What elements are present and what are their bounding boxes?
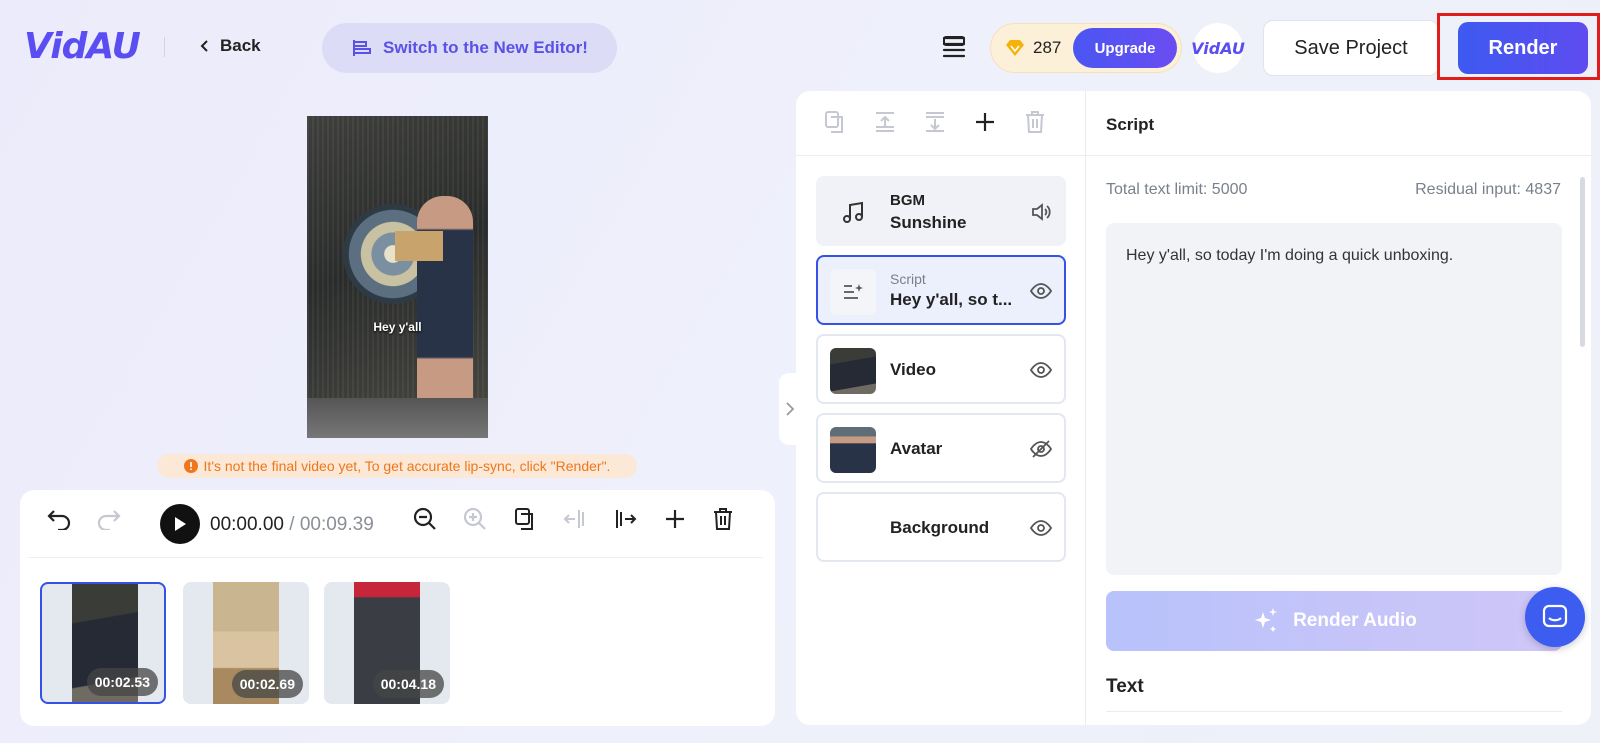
timeline-panel: 00:00.00 / 00:09.39 00:02.53 00:02.69 00… — [20, 490, 775, 726]
credits-count: 287 — [1033, 38, 1062, 57]
text-limit-label: Total text limit: 5000 — [1106, 181, 1248, 198]
timeline-clip-2[interactable]: 00:02.69 — [183, 582, 309, 704]
switch-editor-button[interactable]: Switch to the New Editor! — [322, 23, 617, 73]
text-section-title: Text — [1106, 676, 1144, 697]
video-preview[interactable]: Hey y'all — [307, 116, 488, 438]
info-icon — [183, 459, 198, 473]
chevron-left-icon — [200, 40, 208, 52]
timeline-divider — [28, 557, 763, 558]
add-icon[interactable] — [660, 504, 690, 534]
total-time: 00:09.39 — [299, 514, 374, 535]
time-separator: / — [283, 514, 300, 535]
script-text-input[interactable]: Hey y'all, so today I'm doing a quick un… — [1106, 223, 1562, 575]
redo-icon[interactable] — [94, 504, 124, 534]
split-right-icon[interactable] — [610, 504, 640, 534]
script-scrollbar[interactable] — [1580, 177, 1585, 347]
current-time: 00:00.00 — [210, 514, 284, 535]
upgrade-button[interactable]: Upgrade — [1073, 28, 1177, 68]
eye-icon[interactable] — [1030, 280, 1052, 302]
user-avatar[interactable]: VidAU — [1191, 23, 1245, 73]
play-button[interactable] — [160, 504, 200, 544]
undo-icon[interactable] — [44, 504, 74, 534]
zoom-out-icon[interactable] — [410, 504, 440, 534]
add-layer-icon[interactable] — [972, 109, 998, 135]
text-section-divider — [1106, 711, 1562, 712]
layer-video[interactable]: Video — [816, 334, 1066, 404]
split-left-icon[interactable] — [560, 504, 590, 534]
timeline-clip-1[interactable]: 00:02.53 — [40, 582, 166, 704]
clip-duration: 00:02.69 — [231, 670, 303, 698]
residual-input-label: Residual input: 4837 — [1415, 181, 1561, 198]
time-readout: 00:00.00 / 00:09.39 — [210, 514, 374, 536]
video-thumbnail — [830, 348, 876, 394]
diamond-icon — [1006, 40, 1024, 56]
render-audio-label: Render Audio — [1293, 610, 1417, 631]
move-layer-down-icon[interactable] — [922, 109, 948, 135]
preview-floor — [307, 398, 488, 438]
eye-icon[interactable] — [1030, 517, 1052, 539]
lip-sync-warning: It's not the final video yet, To get acc… — [157, 454, 637, 478]
chat-support-button[interactable] — [1525, 587, 1585, 647]
music-note-icon — [830, 190, 876, 236]
script-header-divider — [1086, 155, 1591, 156]
render-button[interactable]: Render — [1458, 22, 1588, 74]
layer-label: BGM — [890, 192, 925, 209]
layer-bgm[interactable]: BGM Sunshine — [816, 176, 1066, 246]
credits-badge: 287 Upgrade — [990, 23, 1182, 73]
chat-icon — [1542, 604, 1568, 628]
clip-duration: 00:02.53 — [86, 668, 158, 696]
layers-header-divider — [796, 155, 1085, 156]
back-label: Back — [220, 36, 261, 55]
render-audio-button[interactable]: Render Audio — [1106, 591, 1562, 651]
preview-caption: Hey y'all — [373, 320, 422, 334]
speaker-icon[interactable] — [1030, 201, 1052, 223]
switch-editor-label: Switch to the New Editor! — [383, 38, 588, 57]
warning-text: It's not the final video yet, To get acc… — [203, 458, 611, 474]
layer-label: Video — [890, 360, 936, 379]
preview-package — [395, 231, 443, 261]
layer-label: Background — [890, 518, 990, 537]
layer-script[interactable]: Script Hey y'all, so t... — [816, 255, 1066, 325]
task-list-icon[interactable] — [940, 34, 968, 60]
clip-duration: 00:04.18 — [372, 670, 444, 698]
script-sparkle-icon — [830, 269, 876, 315]
duplicate-icon[interactable] — [510, 504, 540, 534]
vidau-logo: VidAU — [24, 26, 141, 67]
trash-icon[interactable] — [708, 504, 738, 534]
script-panel-title: Script — [1106, 115, 1155, 134]
back-button[interactable]: Back — [200, 36, 261, 56]
copy-layer-icon[interactable] — [822, 109, 848, 135]
move-layer-up-icon[interactable] — [872, 109, 898, 135]
layer-avatar[interactable]: Avatar — [816, 413, 1066, 483]
play-icon — [175, 517, 186, 531]
script-panel: Script Total text limit: 5000 Residual i… — [1086, 91, 1591, 725]
layers-panel: BGM Sunshine Script Hey y'all, so t... V… — [796, 91, 1086, 725]
chevron-right-icon — [786, 402, 794, 416]
delete-layer-icon[interactable] — [1022, 109, 1048, 135]
timeline-clip-3[interactable]: 00:04.18 — [324, 582, 450, 704]
layer-background[interactable]: Background — [816, 492, 1066, 562]
save-project-button[interactable]: Save Project — [1263, 20, 1439, 76]
editor-layout-icon — [353, 40, 372, 56]
sparkle-icon — [1255, 608, 1278, 632]
script-preview-text: Hey y'all, so t... — [890, 290, 1013, 309]
zoom-in-icon[interactable] — [460, 504, 490, 534]
layer-label: Script — [890, 271, 926, 287]
eye-icon[interactable] — [1030, 359, 1052, 381]
layer-label: Avatar — [890, 439, 943, 458]
header-divider — [164, 37, 165, 57]
eye-off-icon[interactable] — [1030, 438, 1052, 460]
avatar-thumbnail — [830, 427, 876, 473]
bgm-track-name: Sunshine — [890, 213, 967, 232]
